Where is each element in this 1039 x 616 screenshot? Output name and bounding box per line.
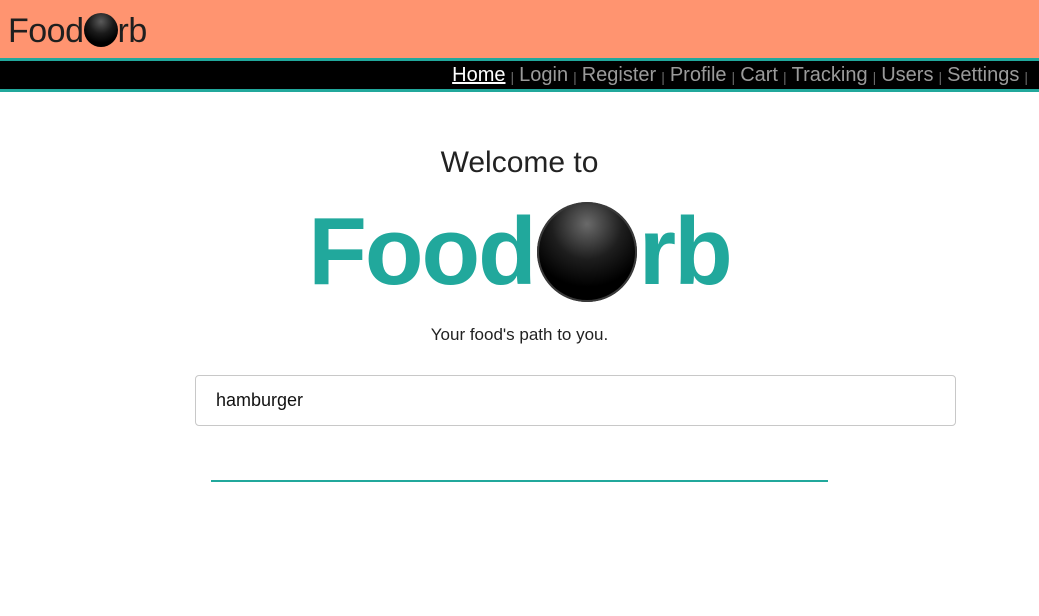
hero-logo-left: Food — [308, 198, 537, 305]
nav-bar: Home | Login | Register | Profile | Cart… — [0, 61, 1039, 89]
nav-link-settings[interactable]: Settings — [947, 64, 1019, 87]
nav-link-register[interactable]: Register — [582, 64, 656, 87]
nav-separator: | — [782, 69, 787, 85]
nav-bottom-border — [0, 89, 1039, 92]
nav-link-profile[interactable]: Profile — [670, 64, 727, 87]
nav-separator: | — [661, 69, 665, 85]
nav-link-users[interactable]: Users — [881, 64, 933, 87]
nav-link-login[interactable]: Login — [519, 64, 568, 87]
nav-link-tracking[interactable]: Tracking — [792, 64, 868, 87]
nav-separator: | — [510, 69, 515, 85]
app-header: Food rb — [0, 0, 1039, 58]
nav-separator: | — [1024, 69, 1028, 85]
nav-links: Home | Login | Register | Profile | Cart… — [452, 61, 1033, 89]
nav-separator: | — [731, 69, 736, 85]
nav-separator: | — [872, 69, 877, 85]
search-input[interactable] — [195, 375, 956, 426]
nav-separator: | — [573, 69, 577, 85]
search-results-divider — [211, 480, 828, 482]
nav-link-cart[interactable]: Cart — [740, 64, 778, 87]
nav-link-home[interactable]: Home — [452, 64, 505, 87]
brand-logo[interactable]: Food rb — [8, 11, 147, 51]
welcome-heading: Welcome to — [440, 146, 599, 179]
brand-text-left: Food — [8, 11, 84, 50]
nav-separator: | — [938, 69, 943, 85]
hero-logo-right: rb — [638, 198, 733, 305]
orb-icon — [536, 202, 637, 302]
tagline: Your food's path to you. — [430, 325, 609, 344]
orb-icon — [83, 13, 118, 47]
brand-text-right: rb — [117, 11, 148, 50]
hero-logo: Food rb — [0, 198, 1039, 305]
